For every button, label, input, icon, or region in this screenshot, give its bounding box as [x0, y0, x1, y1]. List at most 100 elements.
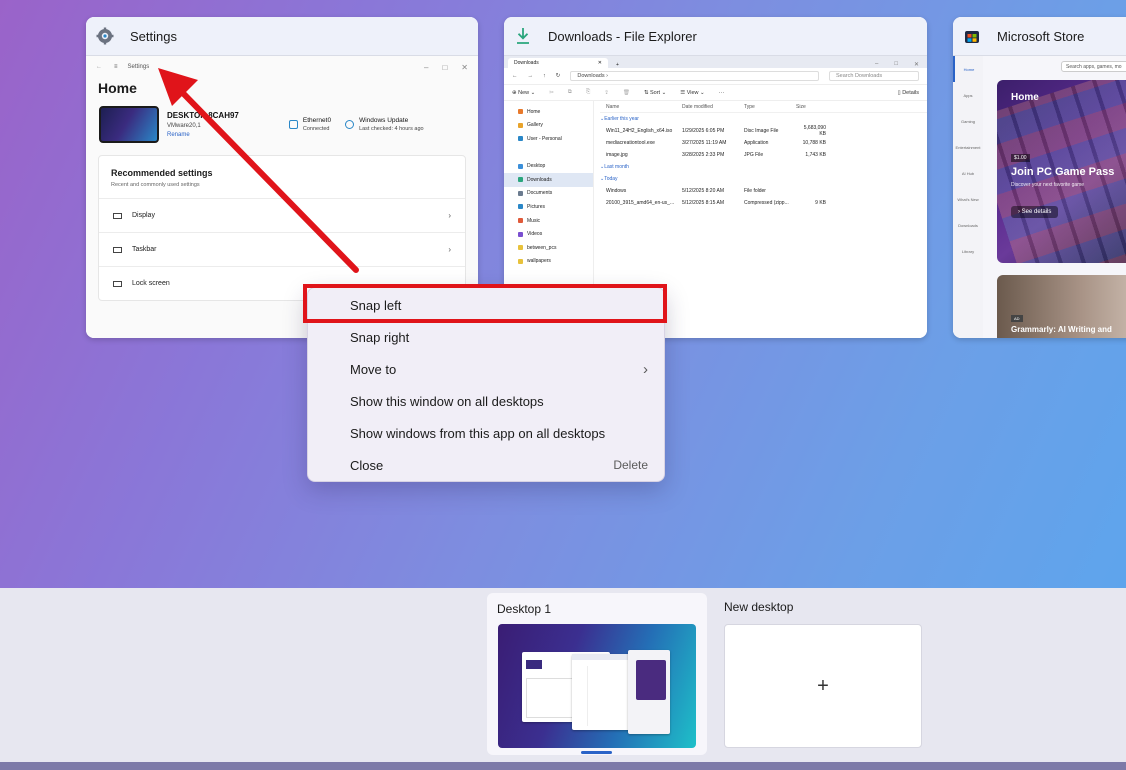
store-nav-item: Downloads — [958, 222, 978, 228]
recommended-settings-panel: Recommended settings Recent and commonly… — [98, 155, 466, 301]
settings-breadcrumb: Settings — [127, 64, 150, 70]
nav-item: Home — [504, 105, 593, 119]
store-hero-description: Discover your next favorite game — [1011, 182, 1085, 188]
menu-item-label: Move to — [350, 361, 397, 377]
menu-item-snap-left[interactable]: Snap left — [308, 289, 664, 321]
explorer-navigation-pane: Home Gallery User - Personal Desktop Downloa… — [504, 101, 594, 301]
nav-item-label: Documents — [527, 190, 553, 197]
cut-icon: ✂ — [549, 89, 554, 96]
new-button: ⊕ New ⌄ — [512, 89, 536, 96]
desktop-1-label: Desktop 1 — [497, 602, 552, 616]
store-promo-card: AD Grammarly: AI Writing and — [997, 275, 1126, 338]
file-list-header: Name Date modified Type Size — [600, 101, 927, 113]
paste-icon: ⎘ — [585, 89, 591, 95]
store-promo-title: Grammarly: AI Writing and — [1011, 325, 1112, 334]
minimize-icon: – — [875, 61, 879, 67]
settings-device-row: DESKTOP-8CAH97 VMware20,1 Rename Etherne… — [86, 96, 478, 143]
network-name: Ethernet0 — [302, 116, 332, 124]
nav-item: between_pcs — [504, 241, 593, 255]
nav-item: Documents — [504, 187, 593, 201]
menu-item-show-this-window-on-all-desktops[interactable]: Show this window on all desktops — [308, 385, 664, 417]
file-date: 3/27/2025 11:19 AM — [682, 140, 727, 146]
windows-update-icon — [345, 120, 355, 129]
refresh-icon: ↻ — [555, 73, 561, 79]
folder-icon — [518, 177, 523, 183]
explorer-address-bar: Downloads › — [570, 71, 819, 81]
menu-item-close[interactable]: Close Delete — [308, 449, 664, 481]
file-type: Compressed (zipp... — [744, 200, 789, 206]
store-nav-item: Apps — [963, 92, 973, 98]
current-desktop-indicator — [581, 751, 612, 754]
menu-item-label: Snap left — [350, 297, 402, 313]
nav-item-label: Videos — [527, 231, 543, 238]
delete-icon: 🗑 — [622, 89, 630, 96]
settings-card-title: Settings — [130, 28, 177, 44]
menu-shortcut: Delete — [613, 458, 648, 472]
store-window-card[interactable]: Microsoft Store Home Apps Gaming Entertainm… — [953, 17, 1126, 338]
forward-icon: → — [527, 73, 534, 79]
file-name: mediacreationtool.exe — [606, 140, 655, 146]
file-row: Windows 5/12/2025 8:20 AM File folder — [600, 185, 927, 197]
file-type: JPG File — [744, 152, 764, 158]
desktop-1-thumbnail[interactable] — [498, 624, 696, 748]
file-group-header: ⌄ Last month — [600, 164, 629, 170]
column-name: Name — [606, 103, 620, 110]
recommended-subtitle: Recent and commonly used settings — [111, 182, 200, 188]
chevron-right-icon: › — [643, 360, 648, 378]
maximize-icon: □ — [894, 61, 898, 67]
sort-label: Sort — [649, 89, 661, 96]
store-see-details-button: › See details — [1011, 206, 1059, 218]
store-hero-banner: Home $1.00 Join PC Game Pass Discover yo… — [997, 80, 1126, 263]
explorer-card-header[interactable]: Downloads - File Explorer — [504, 17, 927, 56]
store-nav-item: Gaming — [960, 118, 975, 124]
store-nav-item: AI Hub — [961, 170, 975, 176]
file-size: 9 KB — [815, 200, 826, 206]
new-desktop-button[interactable]: + — [724, 624, 922, 748]
gear-icon — [96, 27, 114, 45]
close-icon: ✕ — [913, 62, 919, 68]
menu-item-label: Show windows from this app on all deskto… — [350, 425, 606, 441]
store-hero-title: Home — [1011, 92, 1039, 103]
details-button: ▯ Details — [897, 89, 919, 96]
file-row: image.jpg 3/28/2025 2:33 PM JPG File 1,743 … — [600, 149, 927, 161]
nav-item: Music — [504, 214, 593, 228]
update-name: Windows Update — [359, 116, 409, 124]
column-type: Type — [744, 103, 755, 110]
new-desktop-label: New desktop — [724, 600, 794, 614]
file-size: 5,683,090 KB — [803, 125, 826, 137]
file-row: mediacreationtool.exe 3/27/2025 11:19 AM A… — [600, 137, 927, 149]
menu-icon: ≡ — [114, 64, 118, 70]
view-label: View — [686, 89, 699, 96]
group-label: Today — [604, 176, 618, 182]
copy-icon: ⧉ — [567, 89, 572, 95]
store-bag-icon — [963, 27, 981, 45]
store-card-header[interactable]: Microsoft Store — [953, 17, 1126, 56]
chevron-right-icon: › — [448, 211, 451, 220]
file-date: 3/28/2025 2:33 PM — [682, 152, 725, 158]
menu-item-show-windows-from-this-app-on-all-desktops[interactable]: Show windows from this app on all deskto… — [308, 417, 664, 449]
nav-item: Pictures — [504, 200, 593, 214]
nav-item: wallpapers — [504, 255, 593, 269]
store-nav-item: Entertainment — [955, 144, 981, 150]
sort-button: ⇅ Sort ⌄ — [643, 89, 667, 96]
explorer-search-box: Search Downloads — [829, 71, 919, 81]
explorer-command-bar: ⊕ New ⌄ ✂ ⧉ ⎘ ⇪ 🗑 ⇅ Sort ⌄ ☰ View ⌄ ··· … — [504, 84, 927, 101]
row-label: Display — [132, 212, 155, 219]
back-icon: ← — [512, 73, 518, 79]
file-row: 20100_3915_amd64_en-us_... 5/12/2025 8:15… — [600, 197, 927, 209]
share-icon: ⇪ — [604, 89, 609, 96]
maximize-icon: □ — [442, 62, 448, 72]
menu-item-move-to[interactable]: Move to › — [308, 353, 664, 385]
nav-item-label: Desktop — [527, 163, 546, 170]
file-name: Win11_24H2_English_x64.iso — [606, 128, 673, 134]
menu-item-snap-right[interactable]: Snap right — [308, 321, 664, 353]
see-details-label: See details — [1021, 209, 1052, 215]
settings-card-header[interactable]: Settings — [86, 17, 478, 56]
file-date: 5/12/2025 8:15 AM — [682, 200, 724, 206]
nav-item-label: wallpapers — [527, 258, 551, 265]
details-label: Details — [902, 89, 919, 96]
nav-item: Downloads — [504, 172, 593, 187]
update-status: Last checked: 4 hours ago — [359, 126, 424, 133]
file-size: 1,743 KB — [805, 152, 826, 158]
folder-icon — [518, 204, 523, 210]
